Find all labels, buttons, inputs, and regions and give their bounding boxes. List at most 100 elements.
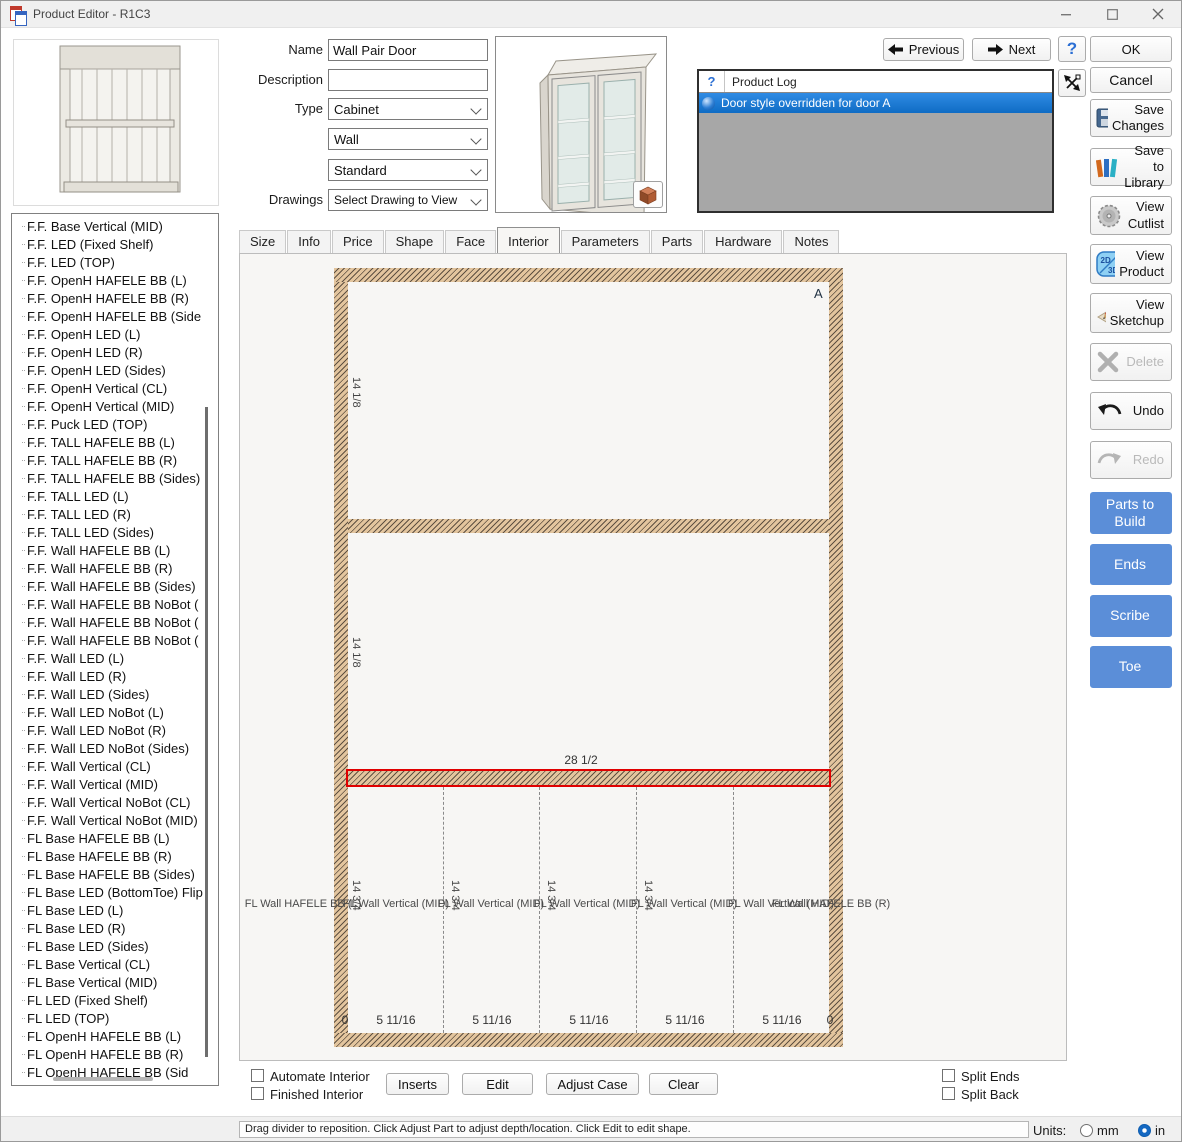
scribe-button[interactable]: Scribe	[1090, 595, 1172, 637]
save-changes-button[interactable]: Save Changes	[1090, 99, 1172, 137]
tab-parts[interactable]: Parts	[651, 230, 703, 253]
list-item[interactable]: FL Base Vertical (CL)	[12, 955, 218, 973]
previous-button[interactable]: Previous	[883, 38, 964, 61]
list-item[interactable]: F.F. Puck LED (TOP)	[12, 415, 218, 433]
case-bottom-panel[interactable]	[334, 1033, 843, 1047]
clear-button[interactable]: Clear	[649, 1073, 718, 1095]
vertical-divider[interactable]	[539, 787, 540, 1033]
drawings-dropdown[interactable]: Select Drawing to View	[328, 189, 488, 211]
standard-dropdown[interactable]: Standard	[328, 159, 488, 181]
list-item[interactable]: F.F. TALL HAFELE BB (Sides)	[12, 469, 218, 487]
close-icon[interactable]	[1135, 1, 1181, 27]
split-ends-checkbox[interactable]	[942, 1069, 955, 1082]
sidebar-vertical-scrollbar[interactable]	[205, 407, 208, 1057]
description-input[interactable]	[328, 69, 488, 91]
list-item[interactable]: F.F. Wall HAFELE BB (L)	[12, 541, 218, 559]
parts-to-build-button[interactable]: Parts to Build	[1090, 492, 1172, 534]
tab-face[interactable]: Face	[445, 230, 496, 253]
list-item[interactable]: FL LED (TOP)	[12, 1009, 218, 1027]
list-item[interactable]: F.F. Wall LED NoBot (L)	[12, 703, 218, 721]
fixed-shelf[interactable]	[348, 519, 829, 533]
list-item[interactable]: F.F. Wall HAFELE BB NoBot (	[12, 595, 218, 613]
name-input[interactable]	[328, 39, 488, 61]
adjust-case-button[interactable]: Adjust Case	[546, 1073, 639, 1095]
minimize-icon[interactable]	[1043, 1, 1089, 27]
list-item[interactable]: FL Base HAFELE BB (L)	[12, 829, 218, 847]
vertical-divider[interactable]	[443, 787, 444, 1033]
vertical-divider[interactable]	[733, 787, 734, 1033]
list-item[interactable]: F.F. TALL LED (Sides)	[12, 523, 218, 541]
units-mm-radio[interactable]	[1080, 1124, 1093, 1137]
list-item[interactable]: FL Base HAFELE BB (R)	[12, 847, 218, 865]
tab-price[interactable]: Price	[332, 230, 384, 253]
list-item[interactable]: F.F. OpenH HAFELE BB (L)	[12, 271, 218, 289]
list-item[interactable]: F.F. LED (TOP)	[12, 253, 218, 271]
list-item[interactable]: F.F. Wall LED (Sides)	[12, 685, 218, 703]
list-item[interactable]: FL Base LED (L)	[12, 901, 218, 919]
list-item[interactable]: F.F. Wall LED NoBot (Sides)	[12, 739, 218, 757]
selected-shelf[interactable]	[346, 769, 831, 787]
tab-parameters[interactable]: Parameters	[561, 230, 650, 253]
undo-button[interactable]: Undo	[1090, 392, 1172, 430]
list-item[interactable]: F.F. LED (Fixed Shelf)	[12, 235, 218, 253]
list-item[interactable]: FL LED (Fixed Shelf)	[12, 991, 218, 1009]
list-item[interactable]: F.F. Base Vertical (MID)	[12, 217, 218, 235]
interior-template-list[interactable]: F.F. Base Vertical (MID)F.F. LED (Fixed …	[11, 213, 219, 1086]
list-item[interactable]: F.F. Wall HAFELE BB NoBot (	[12, 631, 218, 649]
list-item[interactable]: F.F. OpenH Vertical (MID)	[12, 397, 218, 415]
product-log-entry[interactable]: Door style overridden for door A	[699, 93, 1052, 113]
case-left-panel[interactable]	[334, 282, 348, 1033]
case-right-panel[interactable]	[829, 282, 843, 1033]
split-back-checkbox[interactable]	[942, 1087, 955, 1100]
list-item[interactable]: F.F. TALL HAFELE BB (L)	[12, 433, 218, 451]
ok-button[interactable]: OK	[1090, 36, 1172, 62]
list-item[interactable]: F.F. Wall HAFELE BB (Sides)	[12, 577, 218, 595]
next-button[interactable]: Next	[972, 38, 1051, 61]
list-item[interactable]: FL Base Vertical (MID)	[12, 973, 218, 991]
ends-button[interactable]: Ends	[1090, 544, 1172, 585]
list-item[interactable]: F.F. Wall LED (R)	[12, 667, 218, 685]
redo-button[interactable]: Redo	[1090, 441, 1172, 479]
finished-interior-checkbox[interactable]	[251, 1087, 264, 1100]
list-item[interactable]: F.F. OpenH Vertical (CL)	[12, 379, 218, 397]
sidebar-horizontal-scrollbar[interactable]	[53, 1077, 153, 1081]
list-item[interactable]: FL Base HAFELE BB (Sides)	[12, 865, 218, 883]
list-item[interactable]: F.F. TALL LED (L)	[12, 487, 218, 505]
list-item[interactable]: F.F. Wall Vertical NoBot (CL)	[12, 793, 218, 811]
view-cube-button[interactable]	[633, 181, 663, 208]
help-button[interactable]: ?	[1058, 36, 1086, 62]
tab-interior[interactable]: Interior	[497, 227, 559, 253]
list-item[interactable]: F.F. OpenH LED (L)	[12, 325, 218, 343]
list-item[interactable]: F.F. Wall Vertical NoBot (MID)	[12, 811, 218, 829]
view-sketchup-button[interactable]: View Sketchup	[1090, 293, 1172, 333]
list-item[interactable]: F.F. OpenH HAFELE BB (R)	[12, 289, 218, 307]
tab-notes[interactable]: Notes	[783, 230, 839, 253]
list-item[interactable]: FL Base LED (R)	[12, 919, 218, 937]
dimension-tool-button[interactable]	[1058, 69, 1086, 97]
list-item[interactable]: F.F. Wall HAFELE BB NoBot (	[12, 613, 218, 631]
toe-button[interactable]: Toe	[1090, 646, 1172, 688]
list-item[interactable]: F.F. Wall LED (L)	[12, 649, 218, 667]
maximize-icon[interactable]	[1089, 1, 1135, 27]
list-item[interactable]: F.F. OpenH LED (Sides)	[12, 361, 218, 379]
delete-button[interactable]: Delete	[1090, 343, 1172, 381]
save-to-library-button[interactable]: Save to Library	[1090, 148, 1172, 186]
list-item[interactable]: F.F. OpenH LED (R)	[12, 343, 218, 361]
list-item[interactable]: F.F. TALL HAFELE BB (R)	[12, 451, 218, 469]
list-item[interactable]: F.F. Wall HAFELE BB (R)	[12, 559, 218, 577]
list-item[interactable]: FL Base LED (Sides)	[12, 937, 218, 955]
list-item[interactable]: F.F. Wall Vertical (MID)	[12, 775, 218, 793]
list-item[interactable]: FL OpenH HAFELE BB (R)	[12, 1045, 218, 1063]
tab-hardware[interactable]: Hardware	[704, 230, 782, 253]
list-item[interactable]: F.F. OpenH HAFELE BB (Side	[12, 307, 218, 325]
tab-size[interactable]: Size	[239, 230, 286, 253]
subtype-dropdown[interactable]: Wall	[328, 128, 488, 150]
list-item[interactable]: FL Base LED (BottomToe) Flip	[12, 883, 218, 901]
list-item[interactable]: FL OpenH HAFELE BB (L)	[12, 1027, 218, 1045]
vertical-divider[interactable]	[636, 787, 637, 1033]
list-item[interactable]: F.F. Wall LED NoBot (R)	[12, 721, 218, 739]
inserts-button[interactable]: Inserts	[386, 1073, 449, 1095]
view-cutlist-button[interactable]: View Cutlist	[1090, 196, 1172, 235]
units-in-radio[interactable]	[1138, 1124, 1151, 1137]
view-product-button[interactable]: 2D3D View Product	[1090, 244, 1172, 284]
